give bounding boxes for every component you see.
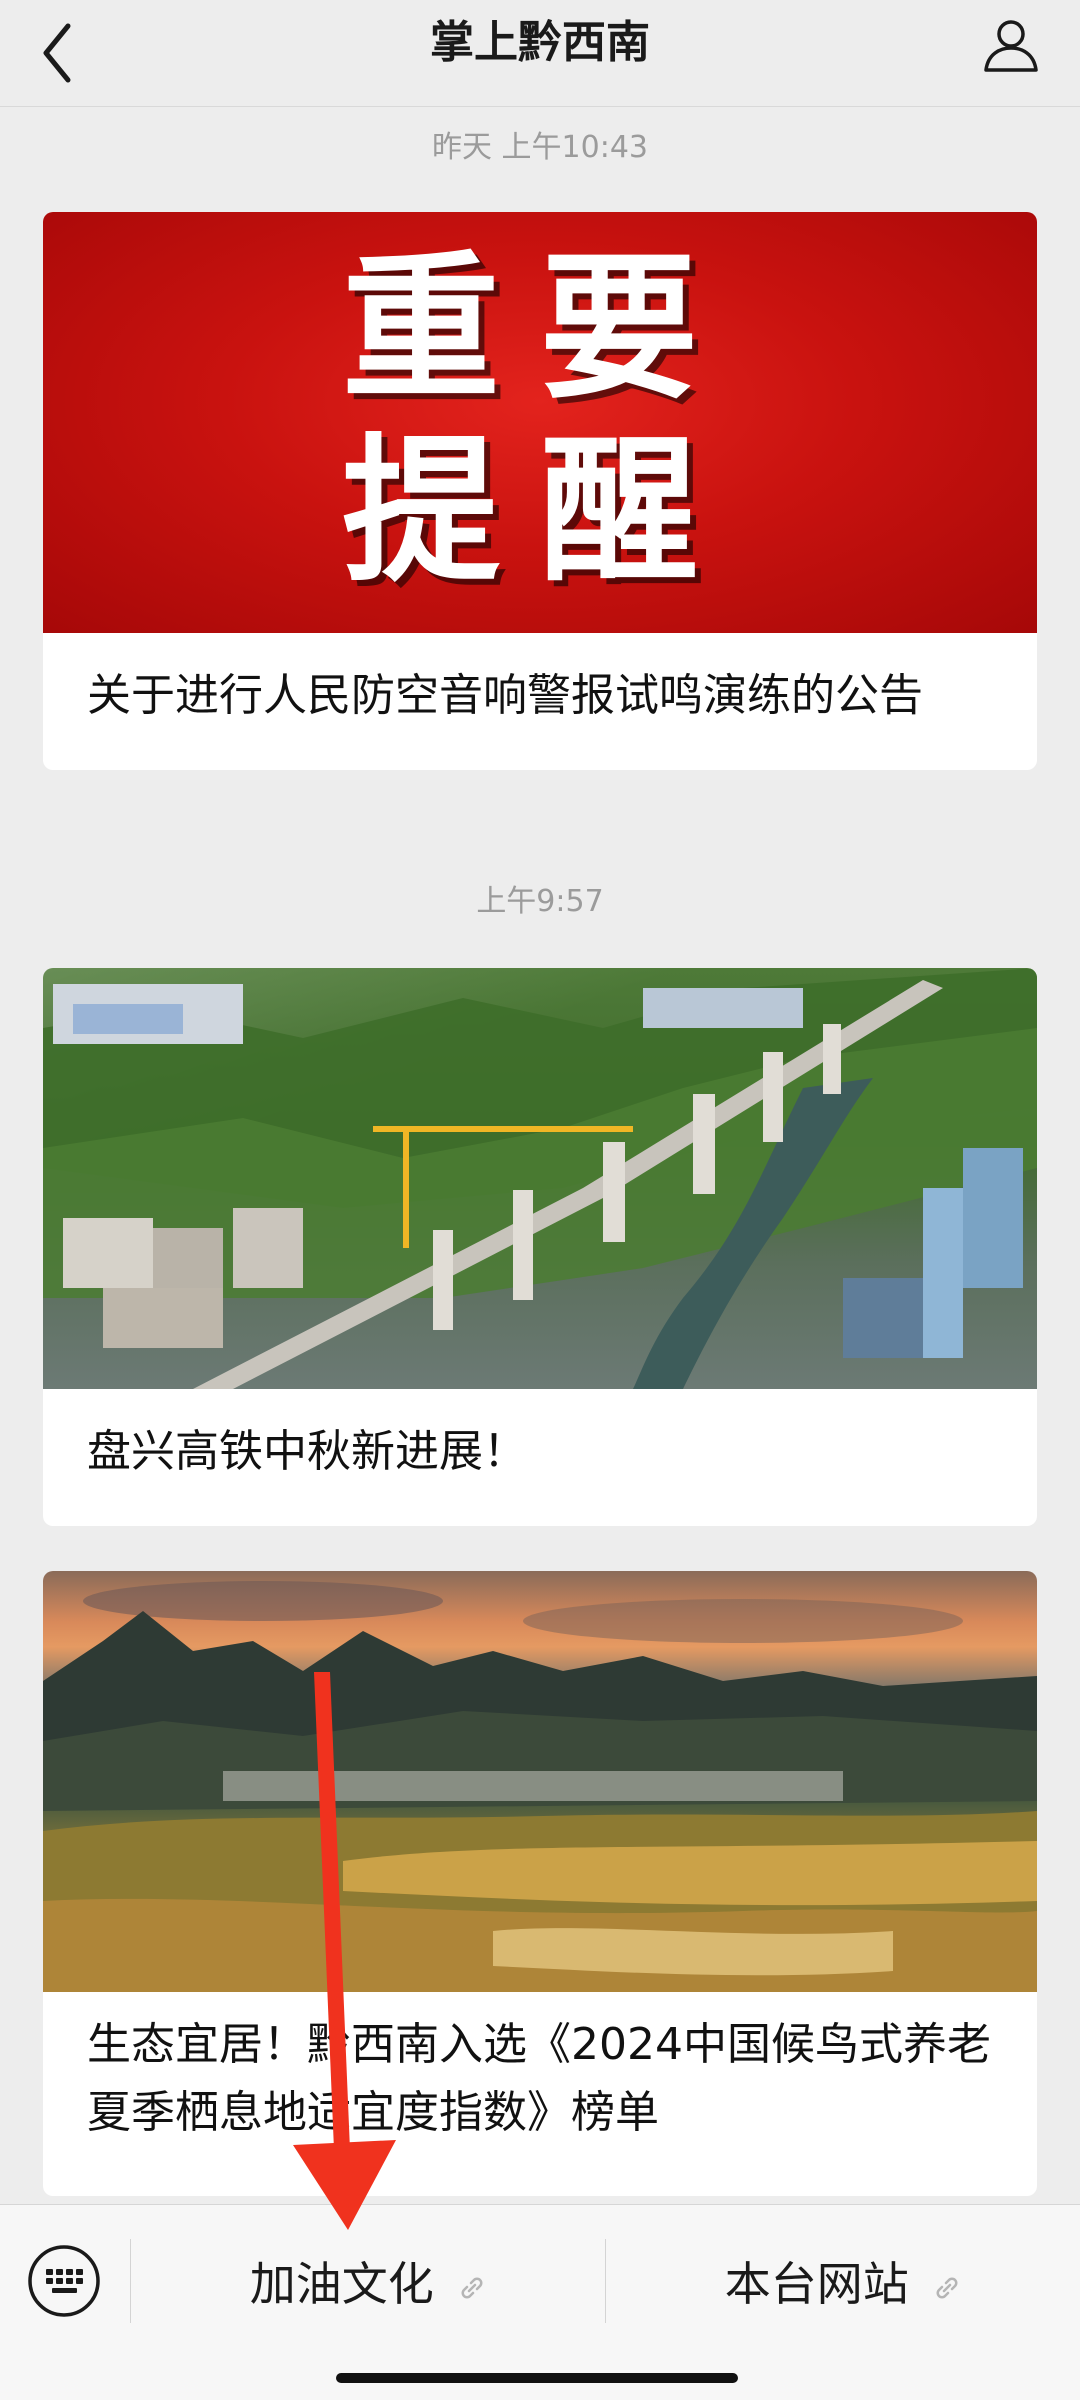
banner-heading-line1: 重要: [342, 237, 738, 421]
bottom-menu-bar: 加油文化 本台网站: [0, 2204, 1080, 2400]
home-indicator: [336, 2373, 738, 2383]
article-title: 盘兴高铁中秋新进展！: [87, 1426, 527, 1477]
page-title: 掌上黔西南: [430, 17, 650, 68]
message-timestamp: 昨天 上午10:43: [432, 130, 648, 165]
article-cover-image: [43, 968, 1037, 1389]
article-title: 生态宜居！黔西南入选《2024中国候鸟式养老夏季栖息地适宜度指数》榜单: [87, 2019, 991, 2138]
article-title: 关于进行人民防空音响警报试鸣演练的公告: [87, 670, 923, 721]
article-card[interactable]: 重要 提醒 关于进行人民防空音响警报试鸣演练的公告: [43, 212, 1037, 770]
top-nav-bar: 掌上黔西南: [0, 0, 1080, 107]
link-icon: [936, 2277, 958, 2298]
profile-icon[interactable]: [982, 16, 1040, 74]
keyboard-icon[interactable]: [26, 2243, 102, 2319]
link-icon: [461, 2277, 483, 2298]
article-card[interactable]: 盘兴高铁中秋新进展！: [43, 968, 1037, 1526]
menu-item-label: 本台网站: [724, 2257, 909, 2311]
banner-heading-line2: 提醒: [342, 420, 738, 604]
menu-item-bentai-wangzhan[interactable]: 本台网站: [606, 2249, 1080, 2319]
article-cover-image: [43, 1571, 1037, 1992]
message-timestamp: 上午9:57: [476, 884, 604, 919]
menu-item-jiayou-wenhua[interactable]: 加油文化: [131, 2249, 605, 2319]
menu-item-label: 加油文化: [249, 2257, 434, 2311]
article-card[interactable]: 生态宜居！黔西南入选《2024中国候鸟式养老夏季栖息地适宜度指数》榜单: [43, 1571, 1037, 2196]
article-cover-image: 重要 提醒: [43, 212, 1037, 633]
